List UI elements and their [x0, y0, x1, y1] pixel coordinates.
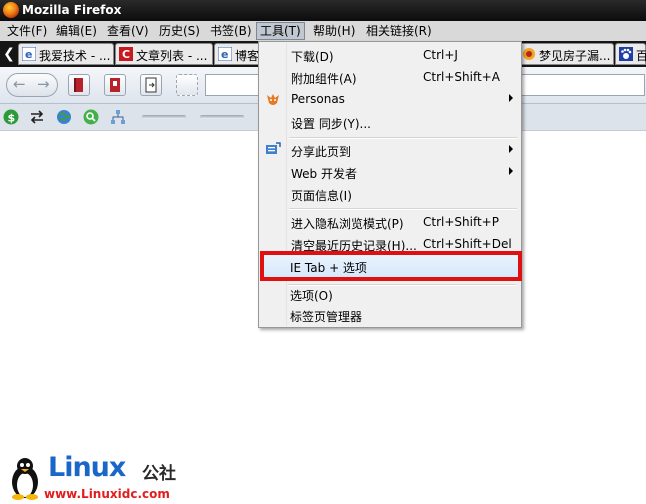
bookmark-book-icon — [110, 78, 120, 92]
site-watermark: Linux 公社 www.Linuxidc.com — [4, 452, 204, 502]
menu-item-label: 选项(O) — [290, 289, 333, 303]
watermark-brand: Linux — [48, 452, 126, 483]
page-action-button[interactable] — [140, 74, 162, 96]
empty-slot-button[interactable] — [176, 74, 198, 96]
tab-1[interactable]: e 我爱技术 - ... — [18, 43, 114, 65]
bookmark-manager-button[interactable] — [104, 74, 126, 96]
menu-view[interactable]: 查看(V) — [104, 23, 152, 39]
ie-icon: e — [218, 47, 232, 61]
svg-text:C: C — [122, 48, 130, 61]
toolbar-spacer — [142, 115, 186, 119]
submenu-arrow-icon — [509, 94, 513, 102]
submenu-arrow-icon — [509, 145, 513, 153]
menu-item-personas[interactable]: Personas — [259, 89, 521, 109]
dollar-icon[interactable]: $ — [3, 109, 19, 125]
personas-fox-icon — [267, 94, 279, 105]
menu-file[interactable]: 文件(F) — [4, 23, 50, 39]
network-icon[interactable] — [110, 109, 126, 125]
tab-label: 我爱技术 - ... — [39, 49, 111, 63]
back-arrow-icon[interactable]: ← — [13, 75, 26, 93]
csdn-icon: C — [119, 47, 133, 61]
globe-icon[interactable] — [56, 109, 72, 125]
menu-item-tab-manager[interactable]: 标签页管理器 — [258, 305, 520, 325]
menu-item-share-page[interactable]: 分享此页到 — [259, 140, 521, 160]
menu-item-label: 进入隐私浏览模式(P) — [291, 217, 404, 231]
menu-item-options[interactable]: 选项(O) — [258, 284, 520, 304]
ie-icon: e — [22, 47, 36, 61]
window-title: Mozilla Firefox — [22, 3, 122, 17]
menu-item-label: 标签页管理器 — [290, 310, 363, 324]
menu-item-sync-settings[interactable]: 设置 同步(Y)... — [259, 112, 521, 132]
menu-item-shortcut: Ctrl+Shift+A — [423, 70, 500, 84]
menu-separator — [289, 137, 517, 139]
menu-item-addons[interactable]: 附加组件(A) Ctrl+Shift+A — [259, 67, 521, 87]
menu-item-label: 设置 同步(Y)... — [291, 117, 371, 131]
swap-arrows-icon[interactable] — [29, 109, 45, 125]
menu-item-label: 附加组件(A) — [291, 72, 357, 86]
menu-item-label: Personas — [291, 92, 345, 106]
menu-item-shortcut: Ctrl+Shift+P — [423, 215, 499, 229]
menu-bar: 文件(F) 编辑(E) 查看(V) 历史(S) 书签(B) 工具(T) 帮助(H… — [0, 21, 646, 42]
svg-text:e: e — [25, 48, 32, 61]
menu-separator — [289, 208, 517, 210]
watermark-url: www.Linuxidc.com — [44, 487, 170, 501]
menu-item-label: Web 开发者 — [291, 167, 357, 181]
menu-item-label: 下载(D) — [291, 50, 334, 64]
tab-4[interactable]: 梦见房子漏... — [518, 43, 614, 65]
menu-item-downloads[interactable]: 下载(D) Ctrl+J — [259, 45, 521, 65]
menu-item-web-developer[interactable]: Web 开发者 — [259, 162, 521, 182]
window-titlebar[interactable]: Mozilla Firefox — [0, 0, 646, 21]
menu-item-shortcut: Ctrl+J — [423, 48, 458, 62]
back-forward-group: ← → — [6, 73, 58, 97]
tux-penguin-icon — [12, 458, 38, 500]
menu-item-label: 分享此页到 — [291, 145, 352, 159]
submenu-arrow-icon — [509, 167, 513, 175]
menu-help[interactable]: 帮助(H) — [310, 23, 358, 39]
menu-bookmarks[interactable]: 书签(B) — [207, 23, 255, 39]
tab-scroll-left-icon[interactable]: ❮ — [2, 45, 16, 63]
menu-tools[interactable]: 工具(T) — [256, 22, 305, 40]
menu-item-private-browsing[interactable]: 进入隐私浏览模式(P) Ctrl+Shift+P — [259, 212, 521, 232]
menu-item-shortcut: Ctrl+Shift+Del — [423, 237, 512, 251]
red-annotation-box — [260, 251, 522, 281]
paw-icon — [619, 47, 633, 61]
watermark-brand-cn: 公社 — [142, 464, 176, 484]
tab-label: 梦见房子漏... — [539, 49, 611, 63]
svg-text:e: e — [221, 48, 228, 61]
share-icon — [266, 142, 281, 154]
tab-2[interactable]: C 文章列表 - ... — [115, 43, 213, 65]
site-logo-icon — [523, 48, 535, 60]
firefox-logo-icon — [3, 2, 19, 18]
bookmark-book-button[interactable] — [68, 74, 90, 96]
menu-related-links[interactable]: 相关链接(R) — [363, 23, 435, 39]
search-icon[interactable] — [83, 109, 99, 125]
page-arrow-icon — [145, 77, 157, 93]
menu-edit[interactable]: 编辑(E) — [53, 23, 100, 39]
toolbar-spacer — [200, 115, 244, 119]
tab-label: 百 — [636, 49, 646, 63]
tab-label: 文章列表 - ... — [136, 49, 208, 63]
menu-item-page-info[interactable]: 页面信息(I) — [259, 184, 521, 204]
menu-history[interactable]: 历史(S) — [156, 23, 203, 39]
svg-text:$: $ — [8, 112, 16, 125]
book-icon — [74, 78, 83, 92]
forward-arrow-icon[interactable]: → — [37, 75, 50, 93]
tab-3[interactable]: e 博客 — [214, 43, 264, 65]
menu-item-label: 页面信息(I) — [291, 189, 352, 203]
tab-5[interactable]: 百 — [615, 43, 646, 65]
